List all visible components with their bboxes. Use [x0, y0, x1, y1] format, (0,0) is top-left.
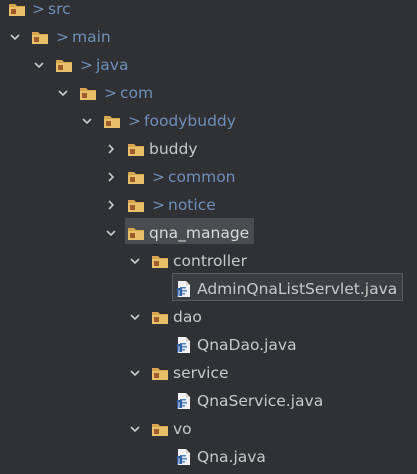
java-file-icon: J [175, 280, 193, 298]
source-folder-icon [8, 0, 26, 18]
tree-item-dao[interactable]: dao [0, 304, 417, 330]
tree-item-label: java [96, 56, 129, 74]
tree-item-prefix: > [152, 168, 165, 186]
chevron-down-icon[interactable] [80, 108, 94, 134]
package-icon [127, 140, 145, 158]
tree-item-prefix: > [128, 112, 141, 130]
svg-text:J: J [177, 457, 180, 465]
project-explorer-tree: > src > main > java > com > foodybuddy b… [0, 0, 417, 474]
tree-item-qna-manage[interactable]: qna_manage [0, 220, 417, 246]
chevron-down-icon[interactable] [128, 360, 142, 386]
chevron-right-icon[interactable] [104, 136, 118, 162]
tree-item-label: controller [173, 252, 247, 270]
chevron-right-icon[interactable] [104, 164, 118, 190]
package-icon [127, 196, 145, 214]
chevron-down-icon[interactable] [128, 248, 142, 274]
tree-item-admin-qna-list-servlet[interactable]: J AdminQnaListServlet.java [0, 276, 417, 302]
tree-item-java[interactable]: > java [0, 52, 417, 78]
tree-item-common[interactable]: > common [0, 164, 417, 190]
tree-item-label: qna_manage [149, 224, 250, 242]
tree-item-main[interactable]: > main [0, 24, 417, 50]
package-folder-icon [79, 84, 97, 102]
tree-item-label: AdminQnaListServlet.java [197, 280, 398, 298]
java-file-icon: J [175, 392, 193, 410]
package-icon [151, 308, 169, 326]
package-folder-icon [103, 112, 121, 130]
package-icon [151, 364, 169, 382]
chevron-down-icon[interactable] [128, 416, 142, 442]
package-icon [151, 420, 169, 438]
tree-item-label: src [48, 0, 71, 18]
java-file-icon: J [175, 336, 193, 354]
tree-item-prefix: > [152, 196, 165, 214]
tree-item-label: main [72, 28, 111, 46]
package-icon [127, 224, 145, 242]
chevron-down-icon[interactable] [56, 80, 70, 106]
chevron-down-icon[interactable] [104, 220, 118, 246]
svg-text:J: J [177, 345, 180, 353]
chevron-right-icon[interactable] [104, 192, 118, 218]
package-icon [127, 168, 145, 186]
tree-item-com[interactable]: > com [0, 80, 417, 106]
tree-item-label: foodybuddy [144, 112, 236, 130]
tree-item-prefix: > [80, 56, 93, 74]
tree-item-notice[interactable]: > notice [0, 192, 417, 218]
tree-item-label: vo [173, 420, 192, 438]
package-folder-icon [31, 28, 49, 46]
tree-item-buddy[interactable]: buddy [0, 136, 417, 162]
chevron-down-icon[interactable] [32, 52, 46, 78]
tree-item-vo[interactable]: vo [0, 416, 417, 442]
tree-item-label: buddy [149, 140, 198, 158]
tree-item-label: notice [168, 196, 216, 214]
chevron-down-icon[interactable] [128, 304, 142, 330]
tree-item-service[interactable]: service [0, 360, 417, 386]
package-icon [151, 252, 169, 270]
tree-item-controller[interactable]: controller [0, 248, 417, 274]
tree-item-label: com [120, 84, 154, 102]
tree-item-label: dao [173, 308, 202, 326]
tree-item-label: QnaDao.java [197, 336, 297, 354]
tree-item-qna[interactable]: J Qna.java [0, 444, 417, 470]
tree-item-qna-dao[interactable]: J QnaDao.java [0, 332, 417, 358]
svg-text:J: J [177, 289, 180, 297]
tree-item-label: QnaService.java [197, 392, 324, 410]
tree-item-prefix: > [32, 0, 45, 18]
tree-item-foodybuddy[interactable]: > foodybuddy [0, 108, 417, 134]
tree-item-prefix: > [56, 28, 69, 46]
package-folder-icon [55, 56, 73, 74]
svg-text:J: J [177, 401, 180, 409]
tree-item-qna-service[interactable]: J QnaService.java [0, 388, 417, 414]
tree-item-label: Qna.java [197, 448, 266, 466]
chevron-down-icon[interactable] [8, 24, 22, 50]
tree-item-label: common [168, 168, 236, 186]
tree-item-src[interactable]: > src [0, 0, 417, 22]
tree-item-prefix: > [104, 84, 117, 102]
tree-item-label: service [173, 364, 229, 382]
java-file-icon: J [175, 448, 193, 466]
